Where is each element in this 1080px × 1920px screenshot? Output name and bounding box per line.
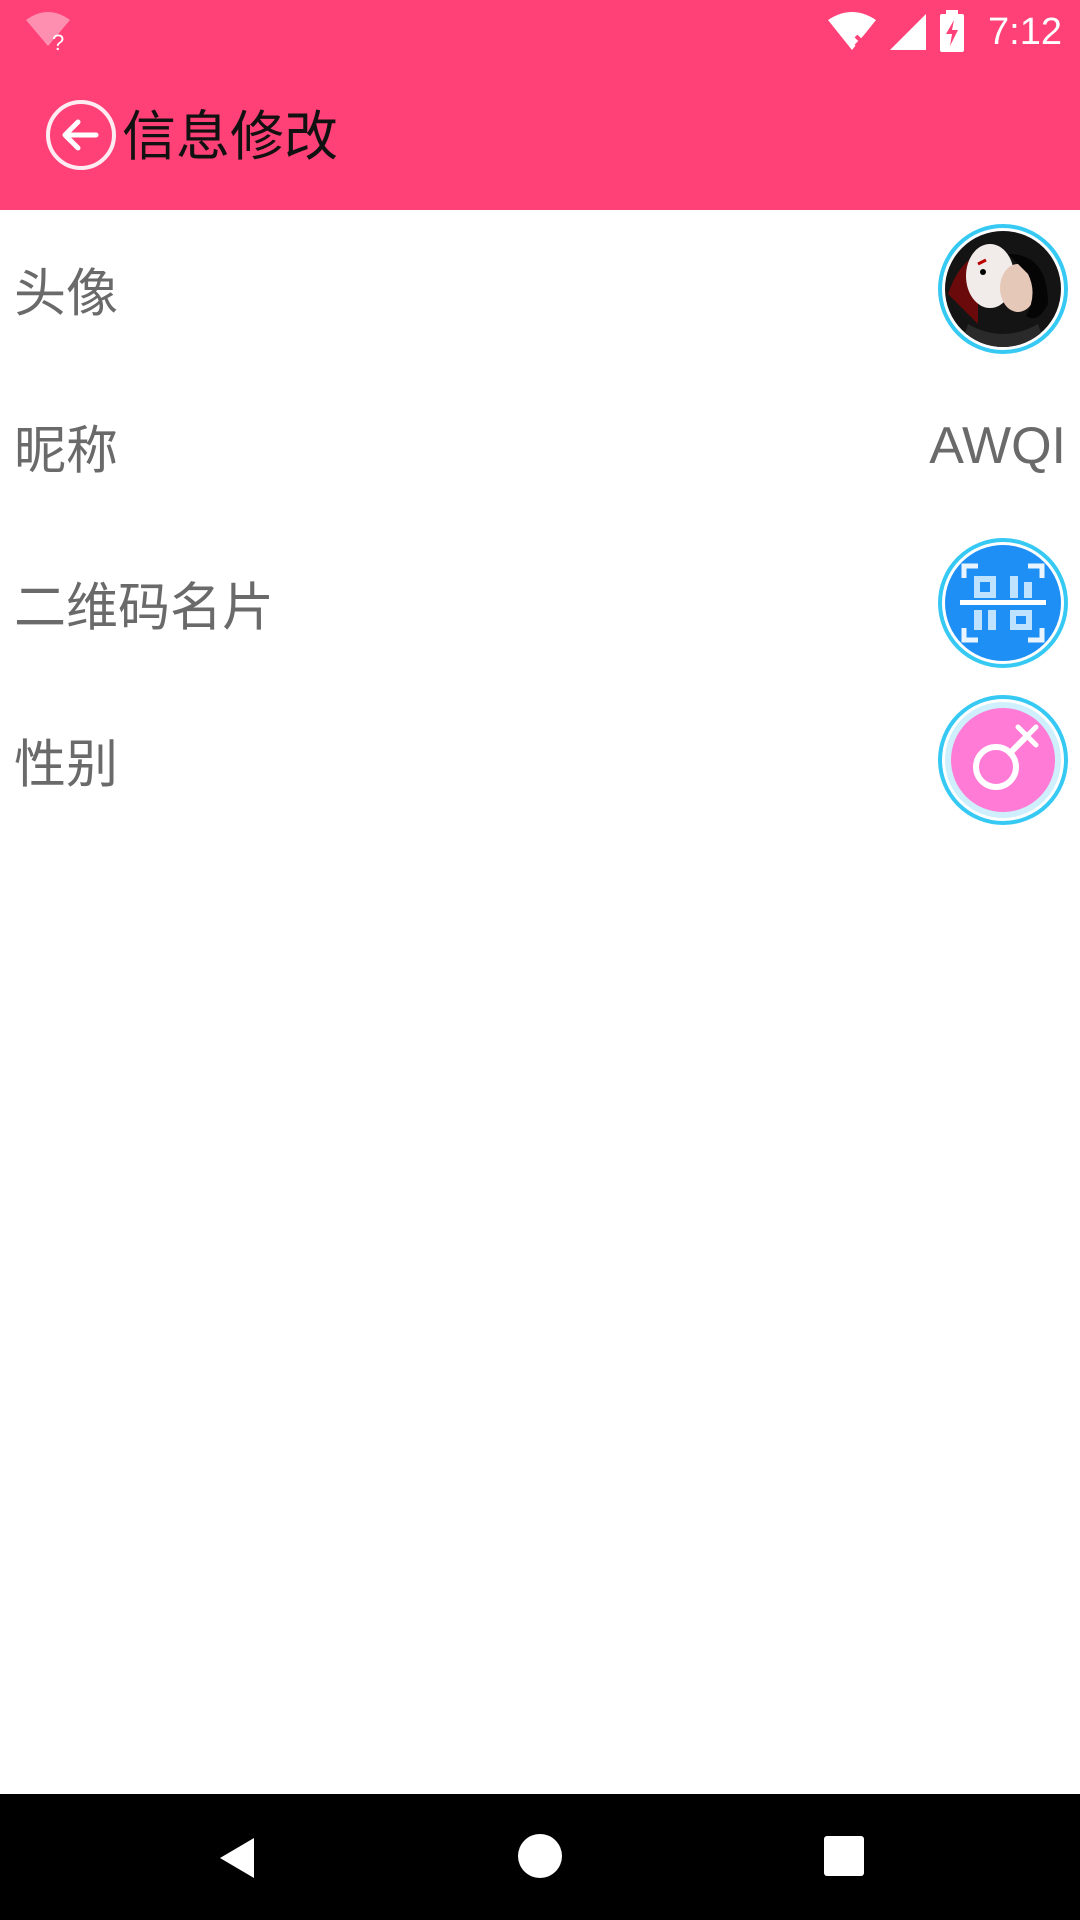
row-gender[interactable]: 性别 — [0, 681, 1080, 838]
nickname-value: AWQI — [929, 416, 1066, 475]
signal-icon — [890, 14, 927, 50]
nav-back-icon[interactable] — [214, 1834, 262, 1882]
gender-female-icon[interactable] — [938, 694, 1068, 825]
row-label: 性别 — [14, 735, 119, 795]
status-time: 7:12 — [988, 10, 1062, 53]
row-qr-card[interactable]: 二维码名片 — [0, 524, 1080, 681]
row-label: 二维码名片 — [14, 578, 275, 638]
row-label: 头像 — [14, 264, 119, 324]
status-icons: 7:12 — [826, 6, 1062, 58]
avatar[interactable] — [938, 223, 1068, 354]
page-title: 信息修改 — [122, 105, 338, 168]
back-arrow-circle-icon[interactable] — [44, 98, 118, 172]
qr-code-scan-icon[interactable] — [938, 537, 1068, 668]
row-avatar[interactable]: 头像 — [0, 210, 1080, 367]
app-bar: 信息修改 — [0, 63, 1080, 210]
wifi-x-icon — [828, 12, 877, 50]
row-nickname[interactable]: 昵称 AWQI — [0, 367, 1080, 524]
battery-charging-icon — [940, 10, 965, 52]
nav-home-icon[interactable] — [518, 1834, 562, 1878]
svg-text:?: ? — [52, 30, 64, 54]
wifi-question-icon: ? — [26, 12, 70, 54]
nav-recents-icon[interactable] — [824, 1836, 864, 1876]
row-label: 昵称 — [14, 421, 119, 481]
status-bar: ? 7:12 — [0, 0, 1080, 63]
navigation-bar — [0, 1794, 1080, 1920]
